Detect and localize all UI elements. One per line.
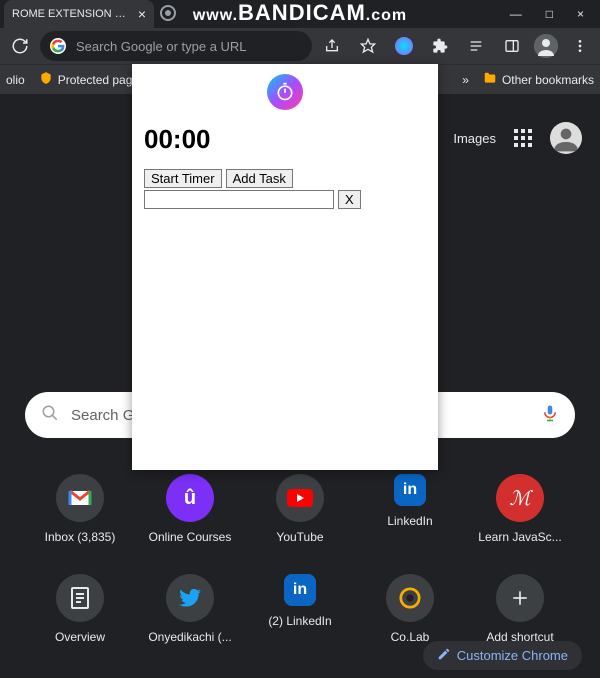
shortcut-courses[interactable]: û Online Courses: [137, 464, 243, 554]
shortcut-learnjs[interactable]: ℳ Learn JavaSc...: [467, 464, 573, 554]
minimize-button[interactable]: —: [510, 7, 522, 21]
shortcut-linkedin[interactable]: in LinkedIn: [357, 464, 463, 554]
linkedin-icon: in: [394, 474, 426, 506]
learnjs-icon: ℳ: [496, 474, 544, 522]
folder-icon: [483, 71, 497, 88]
google-icon: [50, 38, 66, 54]
chrome-icon: [160, 5, 176, 24]
bookmark-olio[interactable]: olio: [6, 73, 25, 87]
remove-task-button[interactable]: X: [338, 190, 361, 209]
toolbar: Search Google or type a URL: [0, 28, 600, 64]
omnibox[interactable]: Search Google or type a URL: [40, 31, 312, 61]
search-icon: [41, 404, 59, 427]
close-icon[interactable]: ×: [138, 6, 146, 22]
close-button[interactable]: ×: [577, 7, 584, 21]
bookmarks-overflow[interactable]: »: [462, 73, 469, 87]
shortcut-linkedin2[interactable]: in (2) LinkedIn: [247, 564, 353, 654]
linkedin-icon: in: [284, 574, 316, 606]
share-icon[interactable]: [318, 32, 346, 60]
star-icon[interactable]: [354, 32, 382, 60]
panel-icon[interactable]: [498, 32, 526, 60]
shortcut-inbox[interactable]: Inbox (3,835): [27, 464, 133, 554]
menu-button[interactable]: [566, 32, 594, 60]
start-timer-button[interactable]: Start Timer: [144, 169, 222, 188]
extension-popup: 00:00 Start Timer Add Task X: [132, 64, 438, 470]
pencil-icon: [437, 647, 451, 664]
mic-icon[interactable]: [541, 402, 559, 429]
stopwatch-icon: [267, 74, 303, 110]
courses-icon: û: [166, 474, 214, 522]
tab-rome-extension[interactable]: ROME EXTENSION FOR ×: [4, 0, 154, 28]
extension-icon[interactable]: [390, 32, 418, 60]
colab-icon: [386, 574, 434, 622]
profile-avatar[interactable]: [550, 122, 582, 154]
toolbar-actions: [318, 32, 594, 60]
other-bookmarks[interactable]: Other bookmarks: [483, 71, 594, 88]
customize-chrome-button[interactable]: Customize Chrome: [423, 641, 582, 670]
plus-icon: [496, 574, 544, 622]
omnibox-placeholder: Search Google or type a URL: [76, 39, 247, 54]
reading-list-icon[interactable]: [462, 32, 490, 60]
puzzle-icon[interactable]: [426, 32, 454, 60]
shield-icon: [39, 71, 53, 88]
tab-title: ROME EXTENSION FOR: [12, 8, 132, 20]
timer-display: 00:00: [144, 124, 211, 155]
shortcut-twitter[interactable]: Onyedikachi (...: [137, 564, 243, 654]
titlebar: ROME EXTENSION FOR × — □ ×: [0, 0, 600, 28]
window-controls: — □ ×: [510, 7, 596, 21]
maximize-button[interactable]: □: [546, 7, 553, 21]
task-input[interactable]: [144, 190, 334, 209]
youtube-icon: [276, 474, 324, 522]
add-task-button[interactable]: Add Task: [226, 169, 293, 188]
twitter-icon: [166, 574, 214, 622]
document-icon: [56, 574, 104, 622]
ntp-top-links: Images: [453, 122, 582, 154]
apps-icon[interactable]: [514, 129, 532, 147]
bookmark-protected[interactable]: Protected pag: [39, 71, 133, 88]
avatar[interactable]: [534, 34, 558, 58]
tab-secondary[interactable]: [154, 0, 182, 28]
reload-button[interactable]: [6, 32, 34, 60]
gmail-icon: [56, 474, 104, 522]
shortcuts-grid: Inbox (3,835) û Online Courses YouTube i…: [27, 464, 573, 654]
shortcut-overview[interactable]: Overview: [27, 564, 133, 654]
shortcut-youtube[interactable]: YouTube: [247, 464, 353, 554]
images-link[interactable]: Images: [453, 131, 496, 146]
